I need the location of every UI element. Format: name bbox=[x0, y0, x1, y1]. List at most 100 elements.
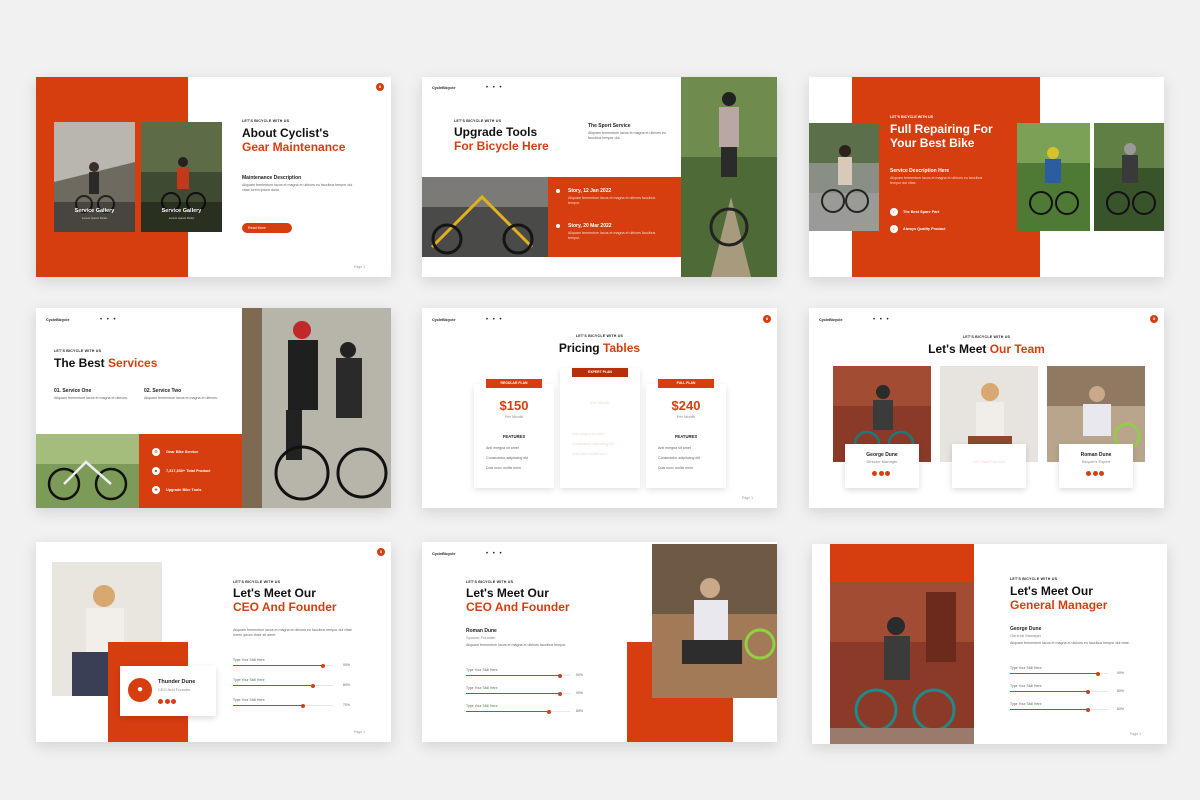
orange-block bbox=[830, 544, 974, 582]
linkedin-icon[interactable] bbox=[1099, 471, 1105, 476]
skill-knob[interactable] bbox=[321, 663, 325, 668]
nav-dots: • • • bbox=[486, 551, 504, 557]
eyebrow: LET'S BICYCLE WITH US bbox=[242, 119, 290, 123]
skill-knob[interactable] bbox=[1086, 689, 1091, 694]
skill-label: Type Your Skill Here bbox=[1010, 702, 1042, 706]
pager[interactable]: Page 1 bbox=[742, 496, 753, 500]
skill-knob[interactable] bbox=[301, 703, 305, 708]
ceo-card[interactable]: ● Thunder Dune CEO And Founder bbox=[120, 666, 216, 716]
skill-fill bbox=[233, 685, 313, 687]
title-part-a: Pricing bbox=[558, 341, 603, 355]
linkedin-icon[interactable] bbox=[885, 471, 891, 476]
expert-plan-card[interactable]: EXPERT PLAN $320 Per Month FEATURES Anti… bbox=[560, 368, 640, 488]
facebook-icon[interactable] bbox=[985, 471, 991, 476]
skill-percent: 80% bbox=[1117, 689, 1125, 693]
social-icons bbox=[845, 469, 919, 476]
service-gallery-photo-2: Service Gallery Lorem Ipsum Dolor bbox=[141, 122, 222, 232]
read-more-button[interactable]: Read More bbox=[242, 223, 292, 233]
skill-bar-1[interactable]: Type Your Skill Here 90% bbox=[466, 668, 592, 678]
service-body: Aliquam fermentum lacus et magna et ultr… bbox=[588, 131, 666, 140]
twitter-icon[interactable] bbox=[872, 471, 878, 476]
page-badge: 8 bbox=[377, 548, 385, 556]
brand-logo: CycleBicycle bbox=[46, 318, 70, 322]
slide-pricing-tables[interactable]: CycleBicycle • • • 8 LET'S BICYCLE WITH … bbox=[422, 308, 777, 508]
slide-meet-team[interactable]: CycleBicycle • • • 8 LET'S BICYCLE WITH … bbox=[809, 308, 1164, 508]
eyebrow: LET'S BICYCLE WITH US bbox=[233, 580, 281, 584]
slide-gear-maintenance[interactable]: Service Gallery Lorem Ipsum Dolor Servic… bbox=[36, 77, 391, 277]
description: Aliquam fermentum lacus et magna et ultr… bbox=[1010, 641, 1130, 645]
member-card-george[interactable]: George Dune Director Manager bbox=[845, 444, 919, 488]
eyebrow: LET'S BICYCLE WITH US bbox=[454, 119, 502, 123]
facebook-icon[interactable] bbox=[878, 471, 884, 476]
slide-general-manager[interactable]: LET'S BICYCLE WITH US Let's Meet Our Gen… bbox=[812, 544, 1167, 744]
skill-knob[interactable] bbox=[1096, 671, 1101, 676]
ceo-role: CEO And Founder bbox=[158, 687, 191, 692]
skill-knob[interactable] bbox=[311, 683, 315, 688]
skill-knob[interactable] bbox=[557, 691, 562, 696]
linkedin-icon[interactable] bbox=[171, 699, 176, 704]
slide-best-services[interactable]: CycleBicycle • • • LET'S BICYCLE WITH US… bbox=[36, 308, 391, 508]
pager[interactable]: Page 1 bbox=[1130, 732, 1141, 736]
title: Pricing Tables bbox=[422, 341, 777, 355]
skill-bar-3[interactable]: Type Your Skill Here 80% bbox=[466, 704, 592, 714]
plan-name-tag: FULL PLAN bbox=[658, 379, 714, 388]
title-line2: For Bicycle Here bbox=[454, 139, 549, 153]
story2-body: Aliquam fermentum lacus et magna et ultr… bbox=[568, 231, 656, 240]
slide-full-repairing[interactable]: LET'S BICYCLE WITH US Full Repairing For… bbox=[809, 77, 1164, 277]
trail-rider-photo bbox=[1094, 123, 1164, 231]
person-name: Roman Dune bbox=[466, 628, 497, 634]
full-plan-card[interactable]: FULL PLAN $240 Per Month FEATURES Anti e… bbox=[646, 379, 726, 488]
slide-ceo-founder-1[interactable]: ● Thunder Dune CEO And Founder 8 LET'S B… bbox=[36, 542, 391, 742]
slide-upgrade-tools[interactable]: CycleBicycle • • • LET'S BICYCLE WITH US… bbox=[422, 77, 777, 277]
title-part-a: Let's Meet bbox=[928, 342, 990, 356]
eyebrow: LET'S BICYCLE WITH US bbox=[1010, 577, 1058, 581]
feature-3: Duis nunc mollis enim bbox=[658, 466, 693, 470]
parked-bike-photo bbox=[36, 434, 139, 508]
slide-ceo-founder-2[interactable]: CycleBicycle • • • LET'S BICYCLE WITH US… bbox=[422, 542, 777, 742]
feature-1: Anti enegna sit amet bbox=[658, 446, 691, 450]
twitter-icon[interactable] bbox=[158, 699, 163, 704]
skill-bar-2[interactable]: Type Your Skill Here 90% bbox=[466, 686, 592, 696]
pager[interactable]: Page 1 bbox=[354, 265, 365, 269]
skill-bar-1[interactable]: Type Your Skill Here 90% bbox=[1010, 666, 1140, 676]
skill-bar-3[interactable]: Type Your Skill Here 80% bbox=[1010, 702, 1140, 712]
twitter-icon[interactable] bbox=[979, 471, 985, 476]
bike-parts-photo bbox=[422, 177, 548, 257]
item1-label: The Best Spare Part bbox=[903, 210, 940, 214]
skill-bar-2[interactable]: Type Your Skill Here 80% bbox=[233, 678, 353, 688]
nav-dots: • • • bbox=[486, 317, 504, 323]
twitter-icon[interactable] bbox=[1086, 471, 1092, 476]
description: Aliquam fermentum lacus et magna et ultr… bbox=[242, 183, 353, 192]
facebook-icon[interactable] bbox=[164, 699, 170, 704]
member-card-roman[interactable]: Roman Dune Bicycle's Expert bbox=[1059, 444, 1133, 488]
regular-plan-card[interactable]: REGULAR PLAN $150 Per Month FEATURES Ant… bbox=[474, 379, 554, 488]
skill-bar-2[interactable]: Type Your Skill Here 80% bbox=[1010, 684, 1140, 694]
manager-photo bbox=[830, 582, 974, 744]
title-line1: Upgrade Tools bbox=[454, 125, 538, 139]
feature-1: Anti enegna sit amet bbox=[572, 432, 605, 436]
pager[interactable]: Page 1 bbox=[354, 730, 365, 734]
title-line2: CEO And Founder bbox=[466, 600, 570, 614]
member-card-thunder[interactable]: Thunder Dune CEO And Founder bbox=[952, 444, 1026, 488]
facebook-icon[interactable] bbox=[1092, 471, 1098, 476]
skill-fill bbox=[466, 675, 560, 677]
skill-knob[interactable] bbox=[1086, 707, 1091, 712]
subhead: Maintenance Description bbox=[242, 175, 302, 181]
skill-knob[interactable] bbox=[557, 673, 562, 678]
person-name: George Dune bbox=[1010, 626, 1042, 632]
skill-label: Type Your Skill Here bbox=[1010, 684, 1042, 688]
mountain-biker-photo bbox=[1017, 123, 1090, 231]
skill-fill bbox=[233, 665, 323, 667]
title-line1: Full Repairing For bbox=[890, 122, 993, 136]
title-part-b: Services bbox=[108, 356, 158, 370]
skill-knob[interactable] bbox=[547, 709, 552, 714]
title-line1: Let's Meet Our bbox=[233, 586, 316, 600]
description: Aliquam fermentum lacus et magna et ultr… bbox=[466, 643, 567, 647]
linkedin-icon[interactable] bbox=[992, 471, 998, 476]
skill-label: Type Your Skill Here bbox=[466, 668, 498, 672]
subhead: Service Description Here bbox=[890, 168, 950, 174]
skill-bar-3[interactable]: Type Your Skill Here 70% bbox=[233, 698, 353, 708]
check-icon: ✓ bbox=[890, 208, 898, 216]
feature-2: Consectetur adipiscing elit bbox=[572, 442, 614, 446]
skill-bar-1[interactable]: Type Your Skill Here 90% bbox=[233, 658, 353, 668]
